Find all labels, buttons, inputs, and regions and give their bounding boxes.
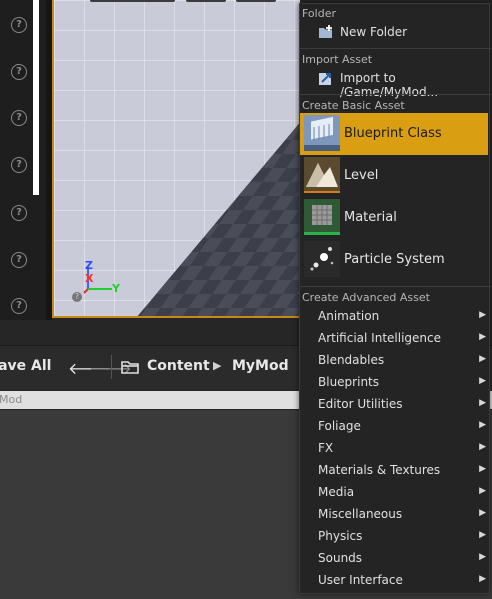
- help-icon[interactable]: ?: [72, 292, 82, 302]
- help-icon[interactable]: ?: [11, 157, 27, 173]
- submenu-user-interface[interactable]: User Interface ▶: [300, 569, 488, 591]
- particle-system-label: Particle System: [344, 252, 445, 267]
- submenu-physics[interactable]: Physics ▶: [300, 525, 488, 547]
- submenu-label: FX: [318, 441, 334, 455]
- help-icon[interactable]: ?: [11, 64, 27, 80]
- search-text: Mod: [0, 393, 23, 406]
- material-item[interactable]: Material: [300, 197, 488, 239]
- new-folder-item[interactable]: New Folder: [300, 21, 488, 43]
- level-label: Level: [344, 168, 379, 183]
- breadcrumb-mymod[interactable]: MyMod: [232, 358, 289, 374]
- import-asset-item[interactable]: Import to /Game/MyMod...: [300, 67, 488, 99]
- viewport-toolbar: [90, 0, 276, 4]
- submenu-arrow-icon: ▶: [479, 420, 486, 430]
- submenu-label: Blueprints: [318, 375, 380, 389]
- menu-divider: [300, 286, 491, 287]
- submenu-arrow-icon: ▶: [479, 508, 486, 518]
- folder-icon[interactable]: [121, 360, 139, 374]
- submenu-label: Blendables: [318, 353, 385, 367]
- submenu-arrow-icon: ▶: [479, 354, 486, 364]
- submenu-materials-textures[interactable]: Materials & Textures ▶: [300, 459, 488, 481]
- breadcrumb-chevron-icon[interactable]: ▶: [213, 359, 221, 372]
- submenu-label: Foliage: [318, 419, 361, 433]
- submenu-label: Sounds: [318, 551, 363, 565]
- submenu-arrow-icon: ▶: [479, 486, 486, 496]
- breadcrumb-content[interactable]: Content: [147, 358, 210, 374]
- y-axis-label: Y: [112, 282, 120, 295]
- save-all-button[interactable]: Save All: [0, 358, 51, 374]
- particle-system-icon: [304, 241, 340, 277]
- submenu-label: User Interface: [318, 573, 403, 587]
- blueprint-class-label: Blueprint Class: [344, 126, 442, 141]
- new-folder-label: New Folder: [340, 25, 408, 39]
- add-new-context-menu: Folder New Folder Import Asset Import to…: [299, 3, 491, 594]
- section-header-import: Import Asset: [302, 53, 373, 66]
- level-icon: [304, 157, 340, 193]
- viewport-tab[interactable]: [186, 0, 226, 2]
- toolbar-divider: [111, 355, 112, 379]
- section-header-basic: Create Basic Asset: [302, 99, 405, 112]
- help-icon[interactable]: ?: [11, 17, 27, 33]
- submenu-blendables[interactable]: Blendables ▶: [300, 349, 488, 371]
- submenu-label: Media: [318, 485, 355, 499]
- import-icon: [319, 73, 331, 85]
- help-icon[interactable]: ?: [11, 110, 27, 126]
- submenu-label: Materials & Textures: [318, 463, 441, 477]
- submenu-foliage[interactable]: Foliage ▶: [300, 415, 488, 437]
- submenu-arrow-icon: ▶: [479, 398, 486, 408]
- submenu-label: Artificial Intelligence: [318, 331, 441, 345]
- blueprint-class-item[interactable]: Blueprint Class: [300, 113, 488, 155]
- submenu-label: Physics: [318, 529, 363, 543]
- submenu-artificial-intelligence[interactable]: Artificial Intelligence ▶: [300, 327, 488, 349]
- submenu-sounds[interactable]: Sounds ▶: [300, 547, 488, 569]
- material-label: Material: [344, 210, 397, 225]
- submenu-arrow-icon: ▶: [479, 530, 486, 540]
- submenu-arrow-icon: ▶: [479, 464, 486, 474]
- help-icon[interactable]: ?: [11, 252, 27, 268]
- section-header-folder: Folder: [302, 7, 336, 20]
- axis-gizmo: Z X Y ?: [72, 255, 146, 305]
- submenu-arrow-icon: ▶: [479, 332, 486, 342]
- help-icon[interactable]: ?: [11, 205, 27, 221]
- submenu-blueprints[interactable]: Blueprints ▶: [300, 371, 488, 393]
- submenu-fx[interactable]: FX ▶: [300, 437, 488, 459]
- submenu-arrow-icon: ▶: [479, 552, 486, 562]
- submenu-media[interactable]: Media ▶: [300, 481, 488, 503]
- particle-system-item[interactable]: Particle System: [300, 239, 488, 281]
- submenu-label: Animation: [318, 309, 380, 323]
- section-header-advanced: Create Advanced Asset: [302, 291, 430, 304]
- level-item[interactable]: Level: [300, 155, 488, 197]
- submenu-miscellaneous[interactable]: Miscellaneous ▶: [300, 503, 488, 525]
- submenu-arrow-icon: ▶: [479, 574, 486, 584]
- new-folder-icon: [319, 25, 332, 38]
- level-viewport[interactable]: Z X Y ?: [52, 0, 300, 318]
- x-axis-label: X: [85, 272, 94, 285]
- viewport-tab[interactable]: [90, 0, 175, 2]
- submenu-editor-utilities[interactable]: Editor Utilities ▶: [300, 393, 488, 415]
- details-panel: ? ? ? ? ? ? ?: [0, 0, 46, 320]
- viewport-tab[interactable]: [236, 0, 276, 2]
- help-icon[interactable]: ?: [11, 298, 27, 314]
- menu-divider: [300, 48, 491, 49]
- z-axis-label: Z: [85, 259, 93, 272]
- submenu-animation[interactable]: Animation ▶: [300, 305, 488, 327]
- submenu-label: Miscellaneous: [318, 507, 403, 521]
- submenu-arrow-icon: ▶: [479, 442, 486, 452]
- menu-divider: [300, 94, 491, 95]
- submenu-arrow-icon: ▶: [479, 310, 486, 320]
- material-icon: [304, 199, 340, 235]
- blueprint-class-icon: [304, 115, 340, 151]
- submenu-label: Editor Utilities: [318, 397, 403, 411]
- submenu-arrow-icon: ▶: [479, 376, 486, 386]
- details-scrollbar[interactable]: [33, 0, 39, 195]
